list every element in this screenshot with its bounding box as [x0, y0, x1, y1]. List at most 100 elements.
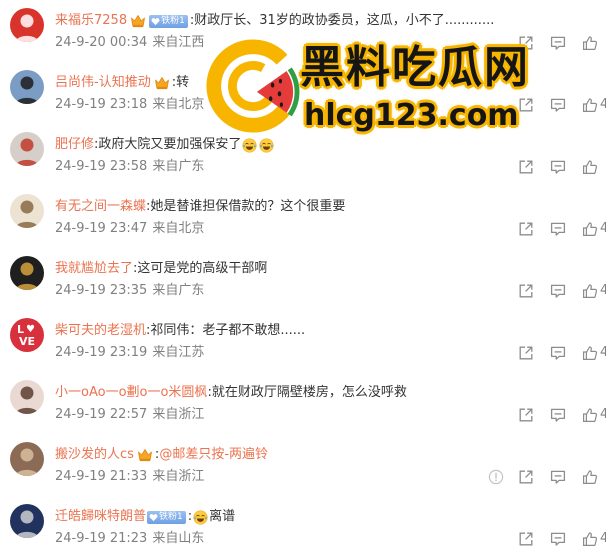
- like-count: 4: [600, 97, 606, 112]
- comment-text: :: [187, 509, 193, 524]
- like-icon[interactable]: [582, 531, 598, 547]
- laugh-cry-emoji-icon: [259, 137, 274, 153]
- comment-header: 搬沙发的人cs: @邮差只按-两遍铃: [55, 446, 268, 464]
- comment-location: 来自江苏: [152, 345, 205, 360]
- share-icon[interactable]: [518, 469, 534, 485]
- share-icon[interactable]: [518, 159, 534, 175]
- like-count: 4: [600, 531, 606, 546]
- comment-text: :这可是党的高级干部啊: [133, 261, 268, 276]
- username[interactable]: 有无之间一森蝶: [55, 198, 146, 216]
- mention-link[interactable]: @邮差只按-两遍铃: [159, 446, 268, 464]
- comment-location: 来自山东: [152, 531, 205, 546]
- comment-location: 来自广东: [152, 283, 205, 298]
- comment-time: 24-9-19 23:19: [55, 345, 148, 360]
- comment-header: 肥仔修:政府大院又要加强保安了: [55, 136, 275, 154]
- laugh-cry-emoji-icon: [242, 137, 257, 153]
- share-icon[interactable]: [518, 407, 534, 423]
- comment-text: :祁同伟：老子都不敢想......: [146, 323, 306, 338]
- fan-badge-icon: [149, 513, 158, 522]
- like-icon[interactable]: [582, 345, 598, 361]
- fan-badge[interactable]: 铁粉1: [149, 14, 188, 28]
- comment-icon[interactable]: [550, 35, 566, 51]
- comment-header: 来福乐7258 铁粉1:财政厅长、31岁的政协委员，这瓜，小不了.........…: [55, 12, 494, 30]
- comment-row: 我就尴尬去了:这可是党的高级干部啊 24-9-19 23:35 来自广东 4: [0, 255, 606, 301]
- share-icon[interactable]: [518, 283, 534, 299]
- crown-icon: [154, 76, 170, 90]
- comment-meta: 24-9-19 23:58 来自广东: [55, 159, 204, 175]
- avatar[interactable]: [10, 256, 44, 290]
- comment-time: 24-9-19 23:58: [55, 159, 148, 174]
- heart-icon: ♥: [26, 324, 35, 335]
- comment-row: L ♥ VE 柴可夫的老湿机:祁同伟：老子都不敢想...... 24-9-19 23:1…: [0, 317, 606, 363]
- avatar[interactable]: [10, 442, 44, 476]
- fan-badge-icon: [151, 17, 160, 26]
- laugh-cry-emoji-icon: [193, 509, 208, 525]
- like-icon[interactable]: [582, 469, 598, 485]
- comment-text: :政府大院又要加强保安了: [94, 137, 242, 152]
- share-icon[interactable]: [518, 531, 534, 547]
- share-icon[interactable]: [518, 221, 534, 237]
- like-icon[interactable]: [582, 221, 598, 237]
- avatar[interactable]: [10, 132, 44, 166]
- comment-meta: 24-9-19 23:18 来自北京: [55, 97, 204, 113]
- username[interactable]: 我就尴尬去了: [55, 260, 133, 278]
- username[interactable]: 吕尚伟-认知推动: [55, 74, 151, 92]
- comment-icon[interactable]: [550, 345, 566, 361]
- like-icon[interactable]: [582, 35, 598, 51]
- username[interactable]: 搬沙发的人cs: [55, 446, 134, 464]
- username[interactable]: 小一oAo一o劃o一o米圆枫: [55, 384, 207, 402]
- comment-icon[interactable]: [550, 97, 566, 113]
- comment-header: 柴可夫的老湿机:祁同伟：老子都不敢想......: [55, 322, 305, 340]
- comment-icon[interactable]: [550, 221, 566, 237]
- comment-icon[interactable]: [550, 283, 566, 299]
- like-icon[interactable]: [582, 283, 598, 299]
- comment-location: 来自广东: [152, 159, 205, 174]
- avatar[interactable]: [10, 70, 44, 104]
- like-count: 4: [600, 283, 606, 298]
- comment-header: 吕尚伟-认知推动 :转: [55, 74, 189, 92]
- username[interactable]: 来福乐7258: [55, 12, 127, 30]
- comment-time: 24-9-20 00:34: [55, 35, 148, 50]
- like-count: 4: [600, 407, 606, 422]
- username[interactable]: 迁皓歸咪特朗普: [55, 508, 146, 526]
- comment-time: 24-9-19 21:23: [55, 531, 148, 546]
- avatar[interactable]: L ♥ VE: [10, 318, 44, 352]
- fan-badge[interactable]: 铁粉1: [147, 510, 186, 524]
- comment-text: :转: [171, 75, 190, 90]
- comment-icon[interactable]: [550, 469, 566, 485]
- fan-badge-label: 铁粉1: [161, 15, 185, 26]
- comment-icon[interactable]: [550, 407, 566, 423]
- like-icon[interactable]: [582, 407, 598, 423]
- comment-meta: 24-9-20 00:34 来自江西: [55, 35, 204, 51]
- comment-location: 来自江西: [152, 35, 205, 50]
- comment-meta: 24-9-19 21:33 来自浙江: [55, 469, 204, 485]
- avatar[interactable]: [10, 194, 44, 228]
- comment-time: 24-9-19 21:33: [55, 469, 148, 484]
- comment-meta: 24-9-19 21:23 来自山东: [55, 531, 204, 547]
- comment-header: 小一oAo一o劃o一o米圆枫:就在财政厅隔壁楼房，怎么没呼救: [55, 384, 407, 402]
- comment-icon[interactable]: [550, 159, 566, 175]
- avatar-letter: L: [17, 323, 25, 336]
- comment-meta: 24-9-19 23:47 来自北京: [55, 221, 204, 237]
- share-icon[interactable]: [518, 345, 534, 361]
- comment-row: 有无之间一森蝶:她是替谁担保借款的？这个很重要 24-9-19 23:47 来自北京…: [0, 193, 606, 239]
- comment-location: 来自北京: [152, 97, 205, 112]
- comment-row: 小一oAo一o劃o一o米圆枫:就在财政厅隔壁楼房，怎么没呼救 24-9-19 22…: [0, 379, 606, 425]
- like-icon[interactable]: [582, 159, 598, 175]
- comment-location: 来自北京: [152, 221, 205, 236]
- username[interactable]: 肥仔修: [55, 136, 94, 154]
- comment-meta: 24-9-19 23:35 来自广东: [55, 283, 204, 299]
- comment-icon[interactable]: [550, 531, 566, 547]
- avatar[interactable]: [10, 504, 44, 538]
- comment-row: 搬沙发的人cs: @邮差只按-两遍铃 24-9-19 21:33 来自浙江: [0, 441, 606, 487]
- comment-time: 24-9-19 23:47: [55, 221, 148, 236]
- like-icon[interactable]: [582, 97, 598, 113]
- like-count: 4: [600, 345, 606, 360]
- share-icon[interactable]: [518, 35, 534, 51]
- username[interactable]: 柴可夫的老湿机: [55, 322, 146, 340]
- avatar[interactable]: [10, 8, 44, 42]
- avatar[interactable]: [10, 380, 44, 414]
- comment-header: 有无之间一森蝶:她是替谁担保借款的？这个很重要: [55, 198, 345, 216]
- report-icon[interactable]: [488, 469, 504, 485]
- share-icon[interactable]: [518, 97, 534, 113]
